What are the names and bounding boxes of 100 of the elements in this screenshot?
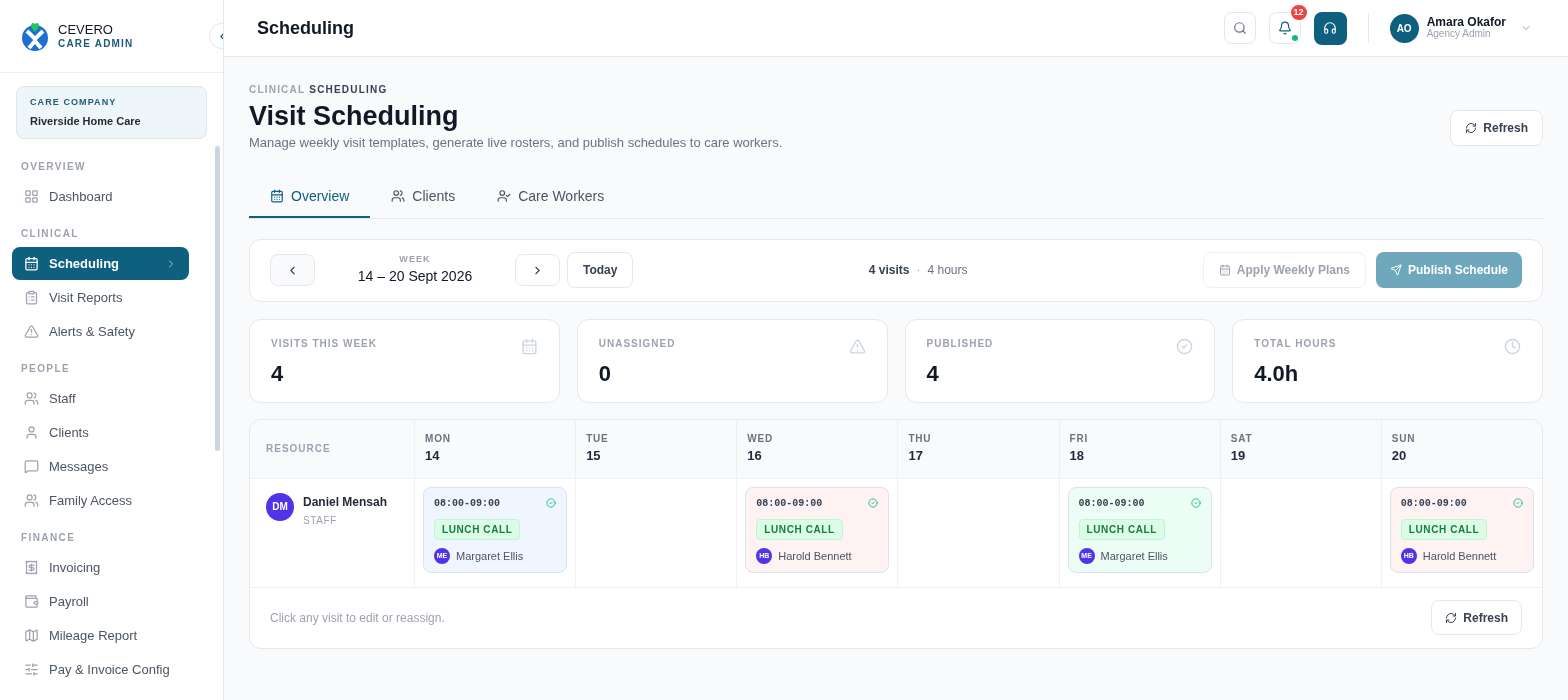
- users-icon: [391, 189, 406, 203]
- logo-icon: [20, 21, 50, 51]
- nav-section-title: FINANCE: [20, 531, 77, 545]
- stat-label: PUBLISHED: [926, 336, 994, 351]
- header-title: Scheduling: [257, 16, 355, 40]
- tab[interactable]: Clients: [370, 176, 477, 218]
- visit-time: 08:00-09:00: [1400, 496, 1467, 511]
- roster-hint: Click any visit to edit or reassign.: [270, 609, 445, 627]
- visit-time: 08:00-09:00: [756, 496, 823, 511]
- grid-icon: [24, 189, 39, 204]
- chat-icon: [24, 459, 39, 474]
- stat-label: UNASSIGNED: [598, 336, 676, 351]
- nav-item[interactable]: Payroll: [12, 585, 189, 618]
- day-name: TUE: [586, 432, 610, 447]
- tab[interactable]: Overview: [249, 176, 371, 218]
- visits-summary: 4 visits: [868, 262, 910, 279]
- clock-icon: [1504, 337, 1521, 355]
- nav-item[interactable]: Invoicing: [12, 551, 189, 584]
- nav-item[interactable]: Family Access: [12, 484, 189, 517]
- brand-subtitle: CARE ADMIN: [58, 37, 134, 51]
- stat-label: VISITS THIS WEEK: [271, 336, 377, 351]
- day-name: SAT: [1230, 432, 1254, 447]
- stat-value: 0: [598, 359, 612, 388]
- nav-section-title: PEOPLE: [20, 362, 71, 376]
- day-name: THU: [908, 432, 933, 447]
- visit-tag: LUNCH CALL: [434, 518, 521, 540]
- calendar-icon: [24, 256, 39, 271]
- refresh-button[interactable]: Refresh: [1450, 110, 1543, 146]
- user-menu[interactable]: AO Amara Okafor Agency Admin: [1389, 13, 1532, 43]
- summary-separator: ·: [916, 262, 921, 279]
- stat-value: 4: [926, 359, 940, 388]
- staff-role: STAFF: [303, 513, 338, 528]
- warning-icon: [24, 324, 39, 339]
- week-label: WEEK: [399, 252, 431, 266]
- receipt-icon: [24, 560, 39, 575]
- nav-item[interactable]: Visit Reports: [12, 281, 189, 314]
- calendar-icon: [520, 337, 538, 355]
- nav-item[interactable]: Pay & Invoice Config: [12, 653, 189, 686]
- visit-tag: LUNCH CALL: [756, 518, 843, 540]
- user-name: Amara Okafor: [1426, 16, 1506, 30]
- nav-item[interactable]: Messages: [12, 450, 189, 483]
- refresh-icon: [1465, 122, 1478, 134]
- stat-value: 4: [271, 359, 285, 388]
- map-icon: [24, 628, 39, 643]
- check-circle-icon: [1190, 498, 1201, 508]
- client-name: Margaret Ellis: [456, 548, 524, 564]
- nav-item[interactable]: Clients: [12, 416, 189, 449]
- visit-time: 08:00-09:00: [1078, 496, 1145, 511]
- resource-heading: RESOURCE: [266, 442, 331, 456]
- stat-value: 4.0h: [1254, 359, 1300, 388]
- week-range: 14 – 20 Sept 2026: [357, 267, 473, 287]
- nav-item[interactable]: Dashboard: [12, 180, 189, 213]
- page-subtitle: Manage weekly visit templates, generate live rosters, and publish schedules to care workers.: [249, 134, 783, 152]
- support-button[interactable]: [1313, 11, 1347, 45]
- search-button[interactable]: [1223, 12, 1256, 44]
- stat-label: TOTAL HOURS: [1254, 336, 1337, 351]
- visit-time: 08:00-09:00: [434, 496, 500, 511]
- check-circle-icon: [1513, 498, 1523, 508]
- day-name: FRI: [1069, 432, 1090, 447]
- breadcrumb-item: CLINICAL: [249, 83, 306, 97]
- nav-item[interactable]: Staff: [12, 382, 189, 415]
- nav-section-title: CLINICAL: [20, 227, 80, 241]
- headphones-icon: [1323, 21, 1338, 35]
- nav-section-title: OVERVIEW: [20, 160, 87, 174]
- nav-item[interactable]: Scheduling: [12, 247, 189, 280]
- client-name: Harold Bennett: [1422, 548, 1497, 564]
- company-name: Riverside Home Care: [30, 113, 142, 129]
- clipboard-icon: [24, 290, 39, 305]
- page-title: Visit Scheduling: [249, 100, 460, 133]
- user-avatar: AO: [1389, 13, 1419, 43]
- visit-tag: LUNCH CALL: [1400, 518, 1488, 540]
- user-role: Agency Admin: [1426, 29, 1492, 40]
- today-button[interactable]: Today: [567, 252, 634, 288]
- day-date: 15: [586, 447, 602, 466]
- search-icon: [1232, 21, 1247, 35]
- nav-item[interactable]: Alerts & Safety: [12, 315, 189, 348]
- day-date: 18: [1069, 447, 1086, 466]
- refresh-icon: [1445, 611, 1458, 624]
- staff-name: Daniel Mensah: [303, 493, 388, 511]
- check-circle-icon: [868, 498, 879, 508]
- check-circle-icon: [546, 498, 557, 508]
- notification-badge: 12: [1290, 5, 1307, 20]
- nav-item[interactable]: Mileage Report: [12, 619, 189, 652]
- tab[interactable]: Care Workers: [476, 176, 626, 218]
- visit-tag: LUNCH CALL: [1078, 518, 1165, 540]
- refresh-button[interactable]: Refresh: [1431, 600, 1522, 635]
- hours-summary: 4 hours: [927, 262, 968, 279]
- users-icon: [24, 493, 39, 508]
- calendar-icon: [1218, 264, 1231, 276]
- day-date: 17: [908, 447, 924, 466]
- send-icon: [1389, 264, 1402, 276]
- breadcrumb-item: SCHEDULING: [309, 83, 388, 97]
- calendar-icon: [270, 189, 284, 203]
- users-icon: [24, 391, 39, 406]
- user-icon: [24, 425, 39, 440]
- user-check-icon: [497, 189, 512, 203]
- client-name: Harold Bennett: [778, 548, 852, 564]
- company-label: CARE COMPANY: [30, 96, 118, 109]
- day-name: WED: [747, 432, 774, 447]
- brand-name: CEVERO: [58, 21, 114, 38]
